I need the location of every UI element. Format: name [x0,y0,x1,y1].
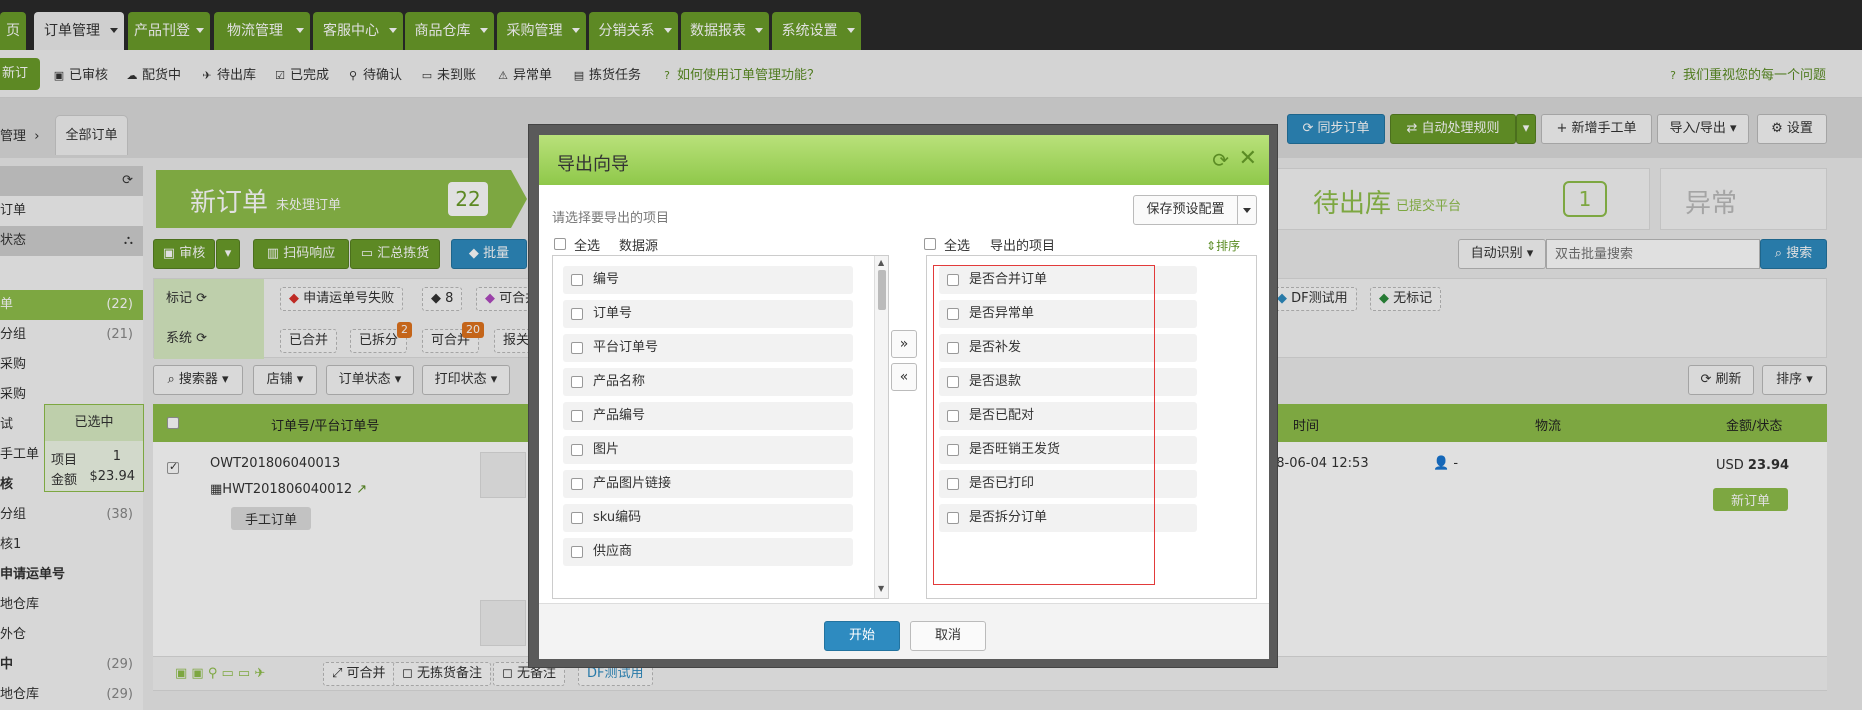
item-checkbox[interactable] [571,444,583,456]
export-select-all-checkbox[interactable] [924,238,936,250]
source-select-all-label: 全选 [574,239,601,254]
item-label: 产品编号 [593,408,646,423]
source-item[interactable]: 产品名称 [563,368,853,396]
move-left-button[interactable]: « [891,363,917,391]
item-label: 供应商 [593,544,633,559]
scroll-up-icon[interactable]: ▲ [878,258,884,267]
modal-header: 导出向导 ⟳ ✕ [539,135,1269,185]
source-item[interactable]: 平台订单号 [563,334,853,362]
item-label: 订单号 [593,306,633,321]
source-item[interactable]: 产品图片链接 [563,470,853,498]
refresh-icon[interactable]: ⟳ [1212,148,1229,172]
scroll-down-icon[interactable]: ▼ [878,584,884,593]
source-item[interactable]: 订单号 [563,300,853,328]
scrollbar-thumb[interactable] [878,270,886,310]
source-list[interactable]: 编号 订单号 平台订单号 产品名称 产品编号 图片 产品图片链接 sku编码 供… [552,255,889,599]
source-column-title: 数据源 [619,239,659,254]
export-column-header: 全选 导出的项目 [924,235,1254,255]
item-label: 编号 [593,272,620,287]
start-button[interactable]: 开始 [824,621,900,651]
item-checkbox[interactable] [571,274,583,286]
source-item[interactable]: sku编码 [563,504,853,532]
source-list-scrollbar[interactable]: ▲ ▼ [874,256,888,598]
item-checkbox[interactable] [571,308,583,320]
selection-highlight-box [933,265,1155,585]
save-preset-dropdown[interactable] [1237,195,1257,225]
source-select-all-checkbox[interactable] [554,238,566,250]
item-label: 产品图片链接 [593,476,672,491]
sort-icon: ⇕ [1206,239,1217,253]
export-column-title: 导出的项目 [990,239,1056,254]
modal-footer: 开始 取消 [539,603,1269,659]
item-checkbox[interactable] [571,512,583,524]
source-item[interactable]: 产品编号 [563,402,853,430]
modal-title: 导出向导 [557,154,629,175]
save-preset-button[interactable]: 保存预设配置 [1133,195,1238,225]
modal-hint: 请选择要导出的项目 [552,211,670,226]
item-checkbox[interactable] [571,342,583,354]
item-label: 图片 [593,442,620,457]
export-wizard-modal: 导出向导 ⟳ ✕ 请选择要导出的项目 保存预设配置 全选 数据源 编号 订单号 … [528,124,1278,668]
item-label: 产品名称 [593,374,646,389]
move-right-button[interactable]: » [891,330,917,358]
source-item[interactable]: 供应商 [563,538,853,566]
source-column-header: 全选 数据源 [554,235,874,255]
export-wizard-body: 导出向导 ⟳ ✕ 请选择要导出的项目 保存预设配置 全选 数据源 编号 订单号 … [539,135,1269,659]
item-checkbox[interactable] [571,410,583,422]
item-label: sku编码 [593,510,642,525]
item-checkbox[interactable] [571,376,583,388]
source-item[interactable]: 编号 [563,266,853,294]
item-checkbox[interactable] [571,478,583,490]
sort-link[interactable]: ⇕排序 [1206,237,1240,254]
close-icon[interactable]: ✕ [1239,146,1257,171]
sort-link-label: 排序 [1216,239,1241,253]
export-select-all-label: 全选 [944,239,971,254]
item-checkbox[interactable] [571,546,583,558]
source-item[interactable]: 图片 [563,436,853,464]
cancel-button[interactable]: 取消 [910,621,986,651]
item-label: 平台订单号 [593,340,659,355]
